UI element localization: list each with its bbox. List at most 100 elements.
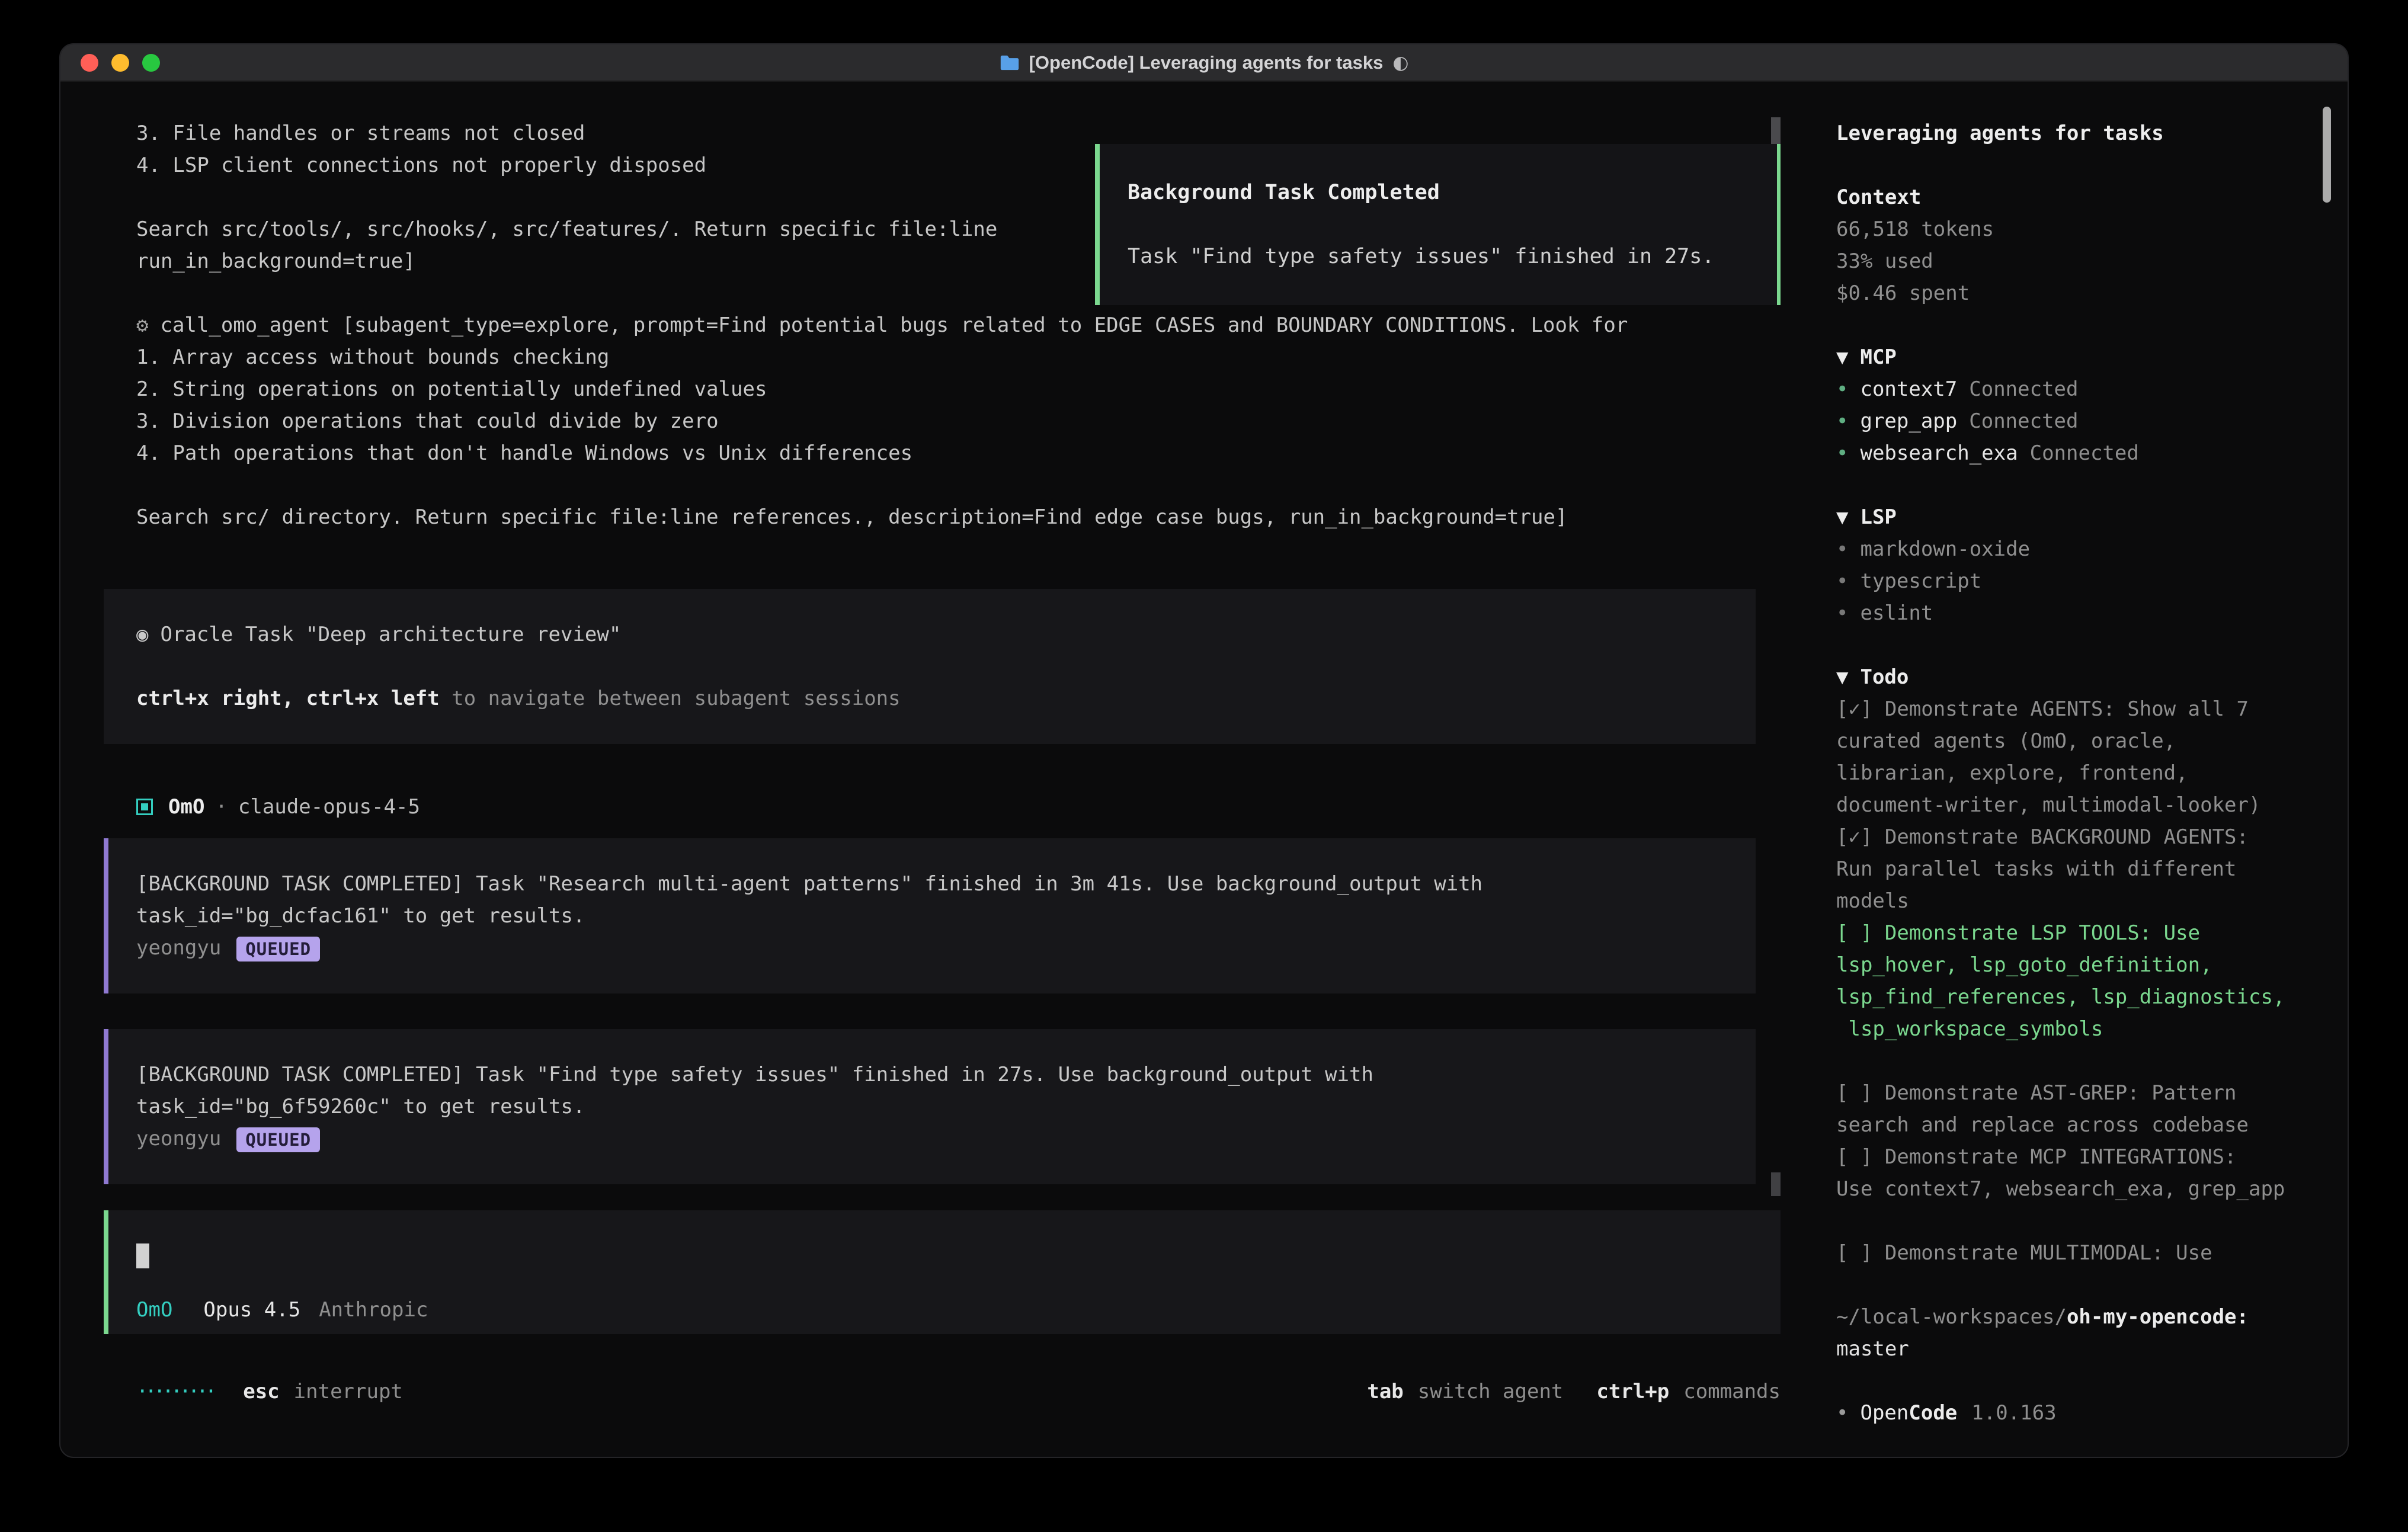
titlebar[interactable]: [OpenCode] Leveraging agents for tasks ◐ xyxy=(60,44,2348,82)
tab-key-label: switch agent xyxy=(1418,1376,1564,1408)
agent-model: claude-opus-4-5 xyxy=(238,795,420,819)
collapse-arrow-icon: ▼ xyxy=(1836,665,1848,689)
mcp-item: •grep_appConnected xyxy=(1836,405,2287,437)
context-tokens: 66,518 tokens xyxy=(1836,213,2287,245)
bullet-icon: • xyxy=(1836,441,1848,465)
status-bar: ········· esc interrupt tab switch agent… xyxy=(136,1376,1781,1408)
workspace-branch: master xyxy=(1836,1337,1909,1361)
queued-badge: QUEUED xyxy=(236,1127,320,1152)
mcp-status: Connected xyxy=(1969,377,2078,401)
lsp-item: •markdown-oxide xyxy=(1836,533,2287,565)
collapse-arrow-icon: ▼ xyxy=(1836,505,1848,529)
workspace-repo: oh-my-opencode: xyxy=(2067,1305,2249,1329)
tool-call-line: ⚙ call_omo_agent [subagent_type=explore, … xyxy=(136,309,1781,341)
workspace-path-dim: ~/local-workspaces/ xyxy=(1836,1305,2067,1329)
bullet-icon: • xyxy=(1836,601,1848,625)
collapse-arrow-icon: ▼ xyxy=(1836,345,1848,369)
window-controls xyxy=(81,44,160,81)
context-usage-icon: ◐ xyxy=(1392,52,1408,73)
lsp-section-header: ▼LSP xyxy=(1836,501,2287,533)
background-task-toast: Background Task Completed Task "Find typ… xyxy=(1095,144,1781,305)
message-line: task_id="bg_6f59260c" to get results. xyxy=(136,1091,1756,1123)
lsp-item: •typescript xyxy=(1836,565,2287,597)
mcp-item: •context7Connected xyxy=(1836,373,2287,405)
terminal-line: 2. String operations on potentially unde… xyxy=(136,373,1781,405)
message-block: [BACKGROUND TASK COMPLETED] Task "Resear… xyxy=(104,838,1756,993)
bullet-icon: • xyxy=(1836,377,1848,401)
close-window-button[interactable] xyxy=(81,54,98,72)
todo-item: [ ] Demonstrate AST-GREP: Pattern search… xyxy=(1836,1077,2287,1141)
tool-call-text: call_omo_agent [subagent_type=explore, p… xyxy=(160,313,1628,337)
app-version: 1.0.163 xyxy=(1971,1401,2056,1425)
todo-item: [ ] Demonstrate LSP TOOLS: Use lsp_hover… xyxy=(1836,917,2287,1045)
todo-section-header: ▼Todo xyxy=(1836,661,2287,693)
toast-body: Task "Find type safety issues" finished … xyxy=(1128,241,1777,273)
message-line: task_id="bg_dcfac161" to get results. xyxy=(136,900,1756,932)
app-name-bold: Code xyxy=(1909,1401,1957,1425)
main-scrollbar-thumb[interactable] xyxy=(1771,117,1781,145)
terminal-main: 3. File handles or streams not closed 4.… xyxy=(60,82,1781,1457)
lsp-item: •eslint xyxy=(1836,597,2287,629)
window-title-group: [OpenCode] Leveraging agents for tasks ◐ xyxy=(1000,52,1409,73)
minimize-window-button[interactable] xyxy=(111,54,129,72)
zoom-window-button[interactable] xyxy=(142,54,160,72)
ctrlp-key-hint: ctrl+p xyxy=(1596,1376,1669,1408)
todo-item: [✓] Demonstrate AGENTS: Show all 7 curat… xyxy=(1836,693,2287,821)
terminal-line: 4. Path operations that don't handle Win… xyxy=(136,437,1781,469)
oracle-task-title: Oracle Task "Deep architecture review" xyxy=(160,623,621,646)
message-author: yeongyu xyxy=(136,936,221,960)
todo-item: [ ] Demonstrate MULTIMODAL: Use xyxy=(1836,1237,2287,1269)
prompt-input[interactable]: OmO Opus 4.5 Anthropic xyxy=(104,1210,1781,1334)
bullet-icon: • xyxy=(1836,569,1848,593)
opencode-window: [OpenCode] Leveraging agents for tasks ◐… xyxy=(59,43,2349,1458)
context-section-header: Context xyxy=(1836,181,2287,213)
separator-dot: · xyxy=(215,795,227,819)
keybinding-hint: ctrl+x right, ctrl+x left xyxy=(136,687,440,710)
keybinding-hint-label: to navigate between subagent sessions xyxy=(440,687,901,710)
mcp-item: •websearch_exaConnected xyxy=(1836,437,2287,469)
agent-header: OmO · claude-opus-4-5 xyxy=(136,795,1781,819)
record-dot-icon: ◉ xyxy=(136,623,148,646)
todo-item: [✓] Demonstrate BACKGROUND AGENTS: Run p… xyxy=(1836,821,2287,917)
sidebar: Leveraging agents for tasks Context 66,5… xyxy=(1781,82,2348,1457)
input-provider-name: Anthropic xyxy=(319,1298,428,1322)
tab-key-hint: tab xyxy=(1367,1376,1403,1408)
input-agent-name: OmO xyxy=(136,1298,172,1322)
text-cursor xyxy=(136,1243,149,1268)
input-model-line: OmO Opus 4.5 Anthropic xyxy=(136,1294,1781,1326)
folder-icon xyxy=(1000,55,1020,70)
message-block: [BACKGROUND TASK COMPLETED] Task "Find t… xyxy=(104,1029,1756,1184)
message-line: [BACKGROUND TASK COMPLETED] Task "Find t… xyxy=(136,1059,1756,1091)
message-author: yeongyu xyxy=(136,1127,221,1150)
mcp-status: Connected xyxy=(1969,409,2078,433)
input-model-name: Opus 4.5 xyxy=(203,1298,300,1322)
mcp-status: Connected xyxy=(2030,441,2139,465)
session-title: Leveraging agents for tasks xyxy=(1836,117,2287,149)
queued-badge: QUEUED xyxy=(236,937,320,961)
terminal-line: Search src/ directory. Return specific f… xyxy=(136,501,1781,533)
omo-agent-icon xyxy=(136,799,153,815)
main-scrollbar-thumb[interactable] xyxy=(1771,1172,1781,1196)
window-title: [OpenCode] Leveraging agents for tasks xyxy=(1029,52,1384,73)
workspace-path: ~/local-workspaces/oh-my-opencode: maste… xyxy=(1836,1301,2287,1365)
terminal-line: 1. Array access without bounds checking xyxy=(136,341,1781,373)
esc-key-label: interrupt xyxy=(294,1376,403,1408)
bullet-icon: • xyxy=(1836,1401,1848,1425)
spinner-dots-icon: ········· xyxy=(136,1376,213,1408)
sidebar-scrollbar-thumb[interactable] xyxy=(2323,107,2331,203)
todo-item: [ ] Demonstrate MCP INTEGRATIONS: Use co… xyxy=(1836,1141,2287,1205)
ctrlp-key-label: commands xyxy=(1683,1376,1781,1408)
app-name: Open xyxy=(1860,1401,1909,1425)
bullet-icon: • xyxy=(1836,409,1848,433)
context-used: 33% used xyxy=(1836,245,2287,277)
app-version-line: • OpenCode 1.0.163 xyxy=(1836,1397,2287,1429)
toast-title: Background Task Completed xyxy=(1128,177,1777,209)
context-spent: $0.46 spent xyxy=(1836,277,2287,309)
esc-key-hint: esc xyxy=(243,1376,279,1408)
gear-icon: ⚙ xyxy=(136,313,148,337)
oracle-task-panel: ◉Oracle Task "Deep architecture review" … xyxy=(104,589,1756,744)
bullet-icon: • xyxy=(1836,537,1848,561)
terminal-line: 3. Division operations that could divide… xyxy=(136,405,1781,437)
message-line: [BACKGROUND TASK COMPLETED] Task "Resear… xyxy=(136,868,1756,900)
agent-name: OmO xyxy=(168,795,204,819)
